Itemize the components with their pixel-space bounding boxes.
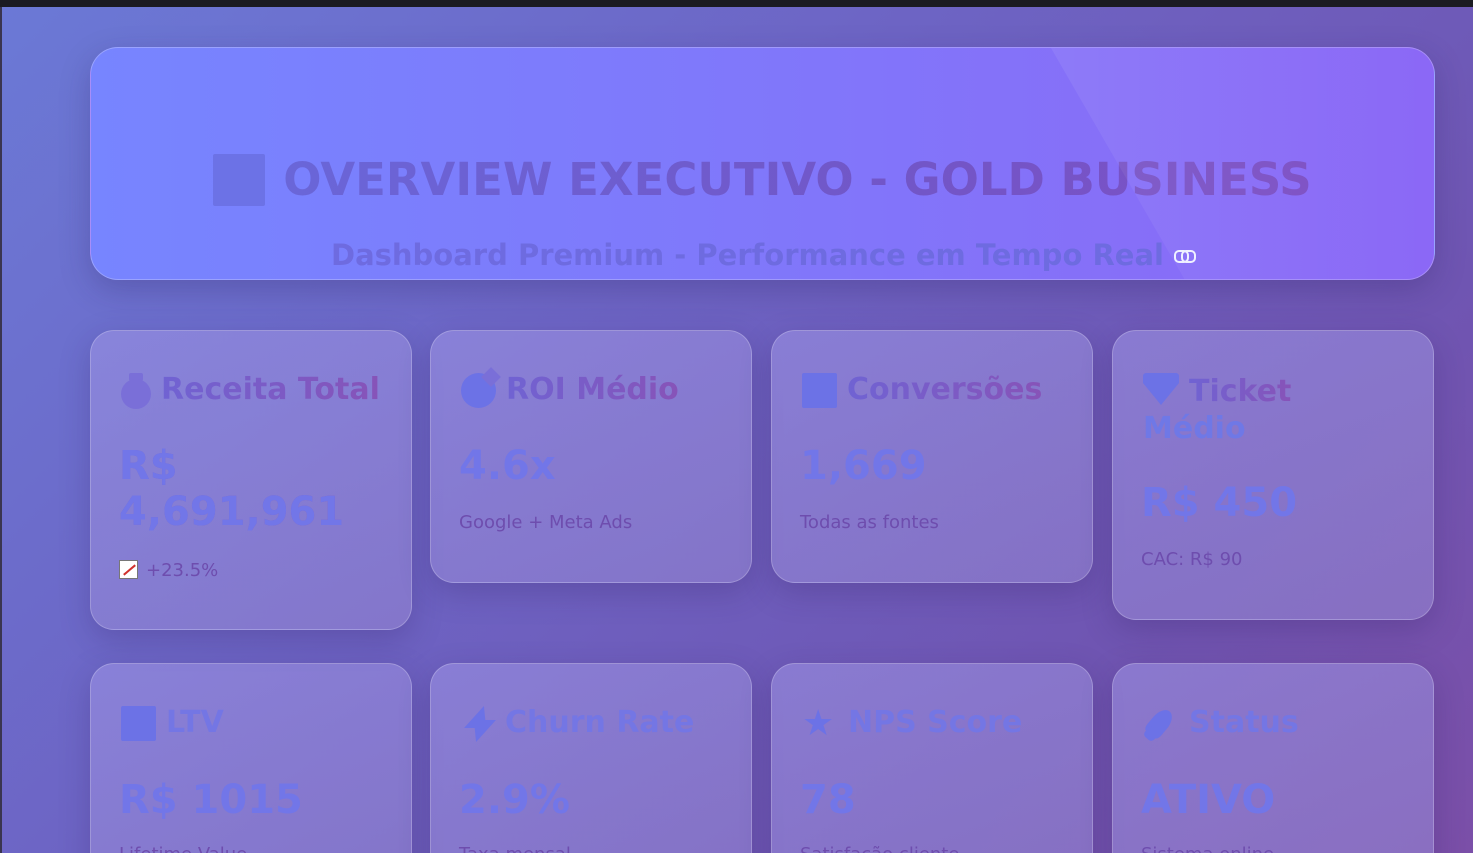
card-title-part: ROI [506,372,566,407]
metric-card-receita-total: Receita Total R$ 4,691,961 +23.5% [90,330,412,630]
card-title: Receita Total [121,371,391,409]
card-title-text: LTV [166,705,224,740]
card-value: R$ 1015 [119,777,303,823]
card-title: Status [1143,704,1413,742]
link-icon[interactable] [1173,249,1196,263]
card-subtext: +23.5% [119,560,218,581]
card-value: R$ 450 [1141,480,1298,526]
window-left-edge [0,7,2,853]
dashboard-header: OVERVIEW EXECUTIVO - GOLD BUSINESS Dashb… [90,47,1435,280]
card-title-part: Médio [576,372,679,407]
page-subtitle: Dashboard Premium - Performance em Tempo… [331,238,1164,272]
card-title-text: Status [1189,705,1299,740]
card-value: 1,669 [800,443,927,489]
star-icon: ★ [802,703,835,744]
card-title: ROI Médio [461,371,731,408]
page-title-row: OVERVIEW EXECUTIVO - GOLD BUSINESS [91,150,1434,210]
card-title-part: Médio [1143,411,1246,446]
card-value: 4.6x [459,443,556,489]
card-value: R$ 4,691,961 [119,443,411,535]
metric-card-nps-score: ★ NPS Score 78 Satisfação cliente [771,663,1093,853]
metric-card-conversoes: Conversões 1,669 Todas as fontes [771,330,1093,583]
card-sub-text: +23.5% [146,560,219,581]
card-title: Conversões [802,371,1072,408]
gem-icon [1143,373,1179,405]
card-subtext: Satisfação cliente [800,844,959,853]
card-title: Churn Rate [461,704,731,742]
chart-increasing-icon [119,560,138,579]
card-title-text: Conversões [847,372,1043,407]
metric-card-ticket-medio: Ticket Médio R$ 450 CAC: R$ 90 [1112,330,1434,620]
card-value: ATIVO [1141,777,1276,823]
target-icon [461,373,496,408]
metric-card-status: Status ATIVO Sistema online [1112,663,1434,853]
card-title: ★ NPS Score [802,704,1072,742]
card-title-text: Churn Rate [505,705,695,740]
window-top-bar [0,0,1473,7]
card-title-text: NPS Score [848,705,1023,740]
money-bag-icon [121,373,151,409]
bar-chart-icon [213,154,266,206]
card-subtext: Lifetime Value [119,844,247,853]
metric-card-ltv: LTV R$ 1015 Lifetime Value [90,663,412,853]
card-title-part: Ticket [1189,374,1292,409]
page-title: OVERVIEW EXECUTIVO - GOLD BUSINESS [283,150,1311,210]
bar-chart-icon [802,373,837,408]
metric-card-churn-rate: Churn Rate 2.9% Taxa mensal [430,663,752,853]
lightning-icon [461,706,495,742]
card-title-part: Total [297,372,380,407]
page-subtitle-row: Dashboard Premium - Performance em Tempo… [91,238,1434,272]
card-subtext: Google + Meta Ads [459,512,633,533]
card-subtext: Todas as fontes [800,512,939,533]
card-value: 2.9% [459,777,570,823]
rocket-icon [1143,706,1179,742]
card-subtext: Sistema online [1141,844,1274,853]
card-subtext: Taxa mensal [459,844,571,853]
card-title: LTV [121,704,391,741]
card-title-part: Receita [161,372,288,407]
card-value: 78 [800,777,856,823]
bar-chart-icon [121,706,156,741]
card-title: Ticket Médio [1143,371,1413,447]
card-subtext: CAC: R$ 90 [1141,549,1243,570]
metric-card-roi-medio: ROI Médio 4.6x Google + Meta Ads [430,330,752,583]
